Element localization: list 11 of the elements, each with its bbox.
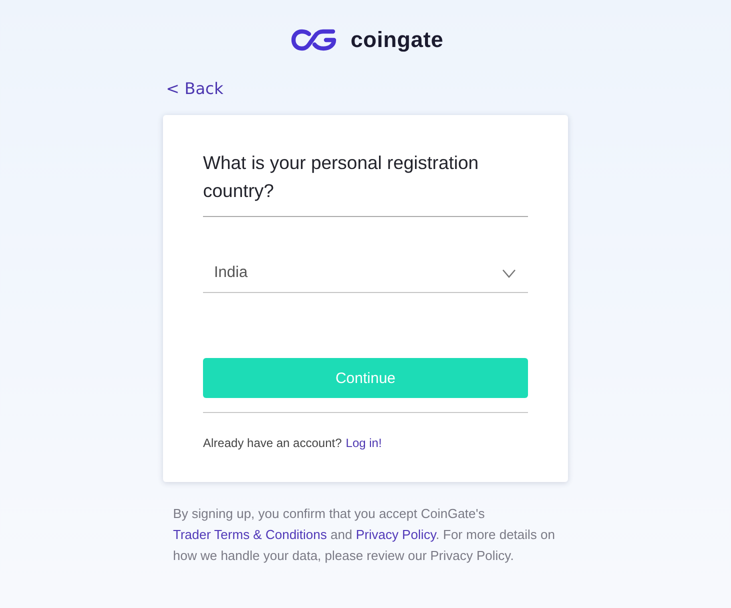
question-heading: What is your personal registration country? bbox=[203, 151, 480, 203]
back-link[interactable]: < Back bbox=[166, 78, 224, 100]
terms-link[interactable]: Privacy Policy bbox=[356, 527, 436, 542]
logo-icon bbox=[290, 28, 337, 50]
login-link[interactable]: Log in! bbox=[346, 435, 382, 451]
login-prompt-text: Already have an account? bbox=[203, 435, 342, 451]
terms-notice: By signing up, you confirm that you accept CoinGate's Trader Terms & Conditions and Privacy Policy. For more details on how we handle your data, please review our Privacy Policy. bbox=[173, 505, 556, 565]
terms-link[interactable]: Trader Terms & Conditions bbox=[173, 527, 327, 542]
country-select[interactable]: India bbox=[203, 253, 528, 293]
brand-name: coingate bbox=[350, 27, 444, 52]
chevron-down-icon bbox=[502, 269, 516, 278]
